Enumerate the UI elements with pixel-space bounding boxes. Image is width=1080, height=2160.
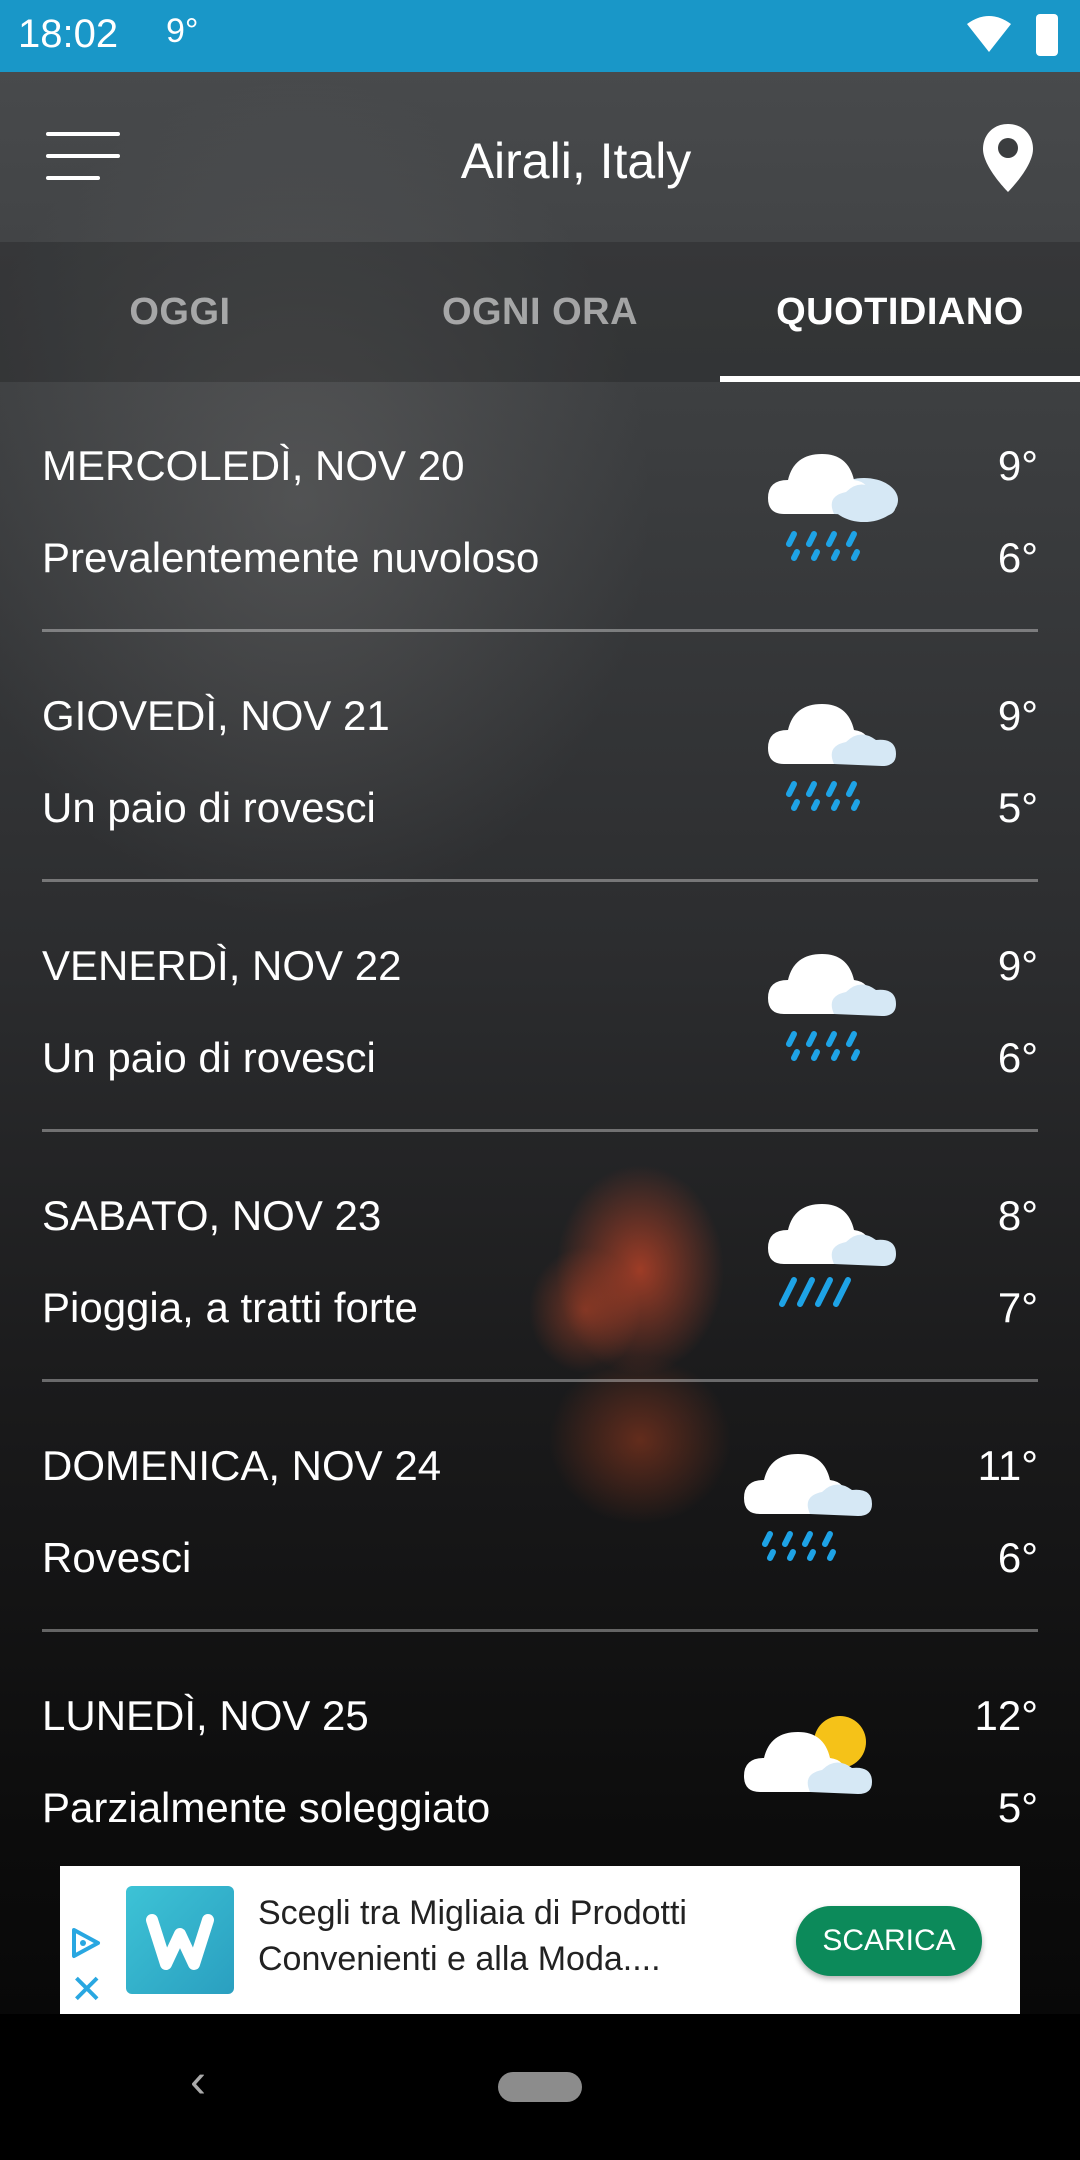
status-bar: 18:02 9° [0, 0, 1080, 72]
wifi-icon [966, 14, 1012, 59]
forecast-low: 6° [997, 1534, 1038, 1581]
ad-close-icon[interactable]: ✕ [70, 1970, 104, 2010]
ad-text: Scegli tra Migliaia di Prodotti Convenie… [258, 1894, 687, 1978]
forecast-low: 6° [997, 534, 1038, 581]
forecast-date: MERCOLEDÌ, NOV 20 [42, 442, 465, 489]
forecast-description: Parzialmente soleggiato [42, 1784, 491, 1831]
back-icon[interactable]: ‹ [190, 2054, 206, 2109]
forecast-date: LUNEDÌ, NOV 25 [42, 1692, 369, 1739]
tab-ogni-ora[interactable]: OGNI ORA [360, 242, 720, 382]
forecast-row[interactable]: SABATO, NOV 23 Pioggia, a tratti forte 8… [0, 1132, 1080, 1382]
rain-cloud-icon [764, 942, 914, 1072]
rain-cloud-icon [764, 692, 914, 822]
forecast-high: 9° [997, 942, 1038, 989]
forecast-date: VENERDÌ, NOV 22 [42, 942, 402, 989]
rain-cloud-icon [740, 1442, 890, 1572]
forecast-date: GIOVEDÌ, NOV 21 [42, 692, 390, 739]
forecast-low: 6° [997, 1034, 1038, 1081]
forecast-row[interactable]: LUNEDÌ, NOV 25 Parzialmente soleggiato 1… [0, 1632, 1080, 1882]
forecast-low: 5° [997, 1784, 1038, 1831]
forecast-description: Un paio di rovesci [42, 784, 376, 831]
forecast-description: Prevalentemente nuvoloso [42, 534, 540, 581]
tab-bar: OGGI OGNI ORA QUOTIDIANO [0, 242, 1080, 382]
location-title: Airali, Italy [460, 133, 692, 189]
forecast-row[interactable]: GIOVEDÌ, NOV 21 Un paio di rovesci 9° 5° [0, 632, 1080, 882]
heavy-rain-cloud-icon [764, 1192, 914, 1322]
status-time: 18:02 [18, 12, 119, 56]
partly-sunny-icon [740, 1702, 890, 1832]
forecast-high: 9° [997, 692, 1038, 739]
ad-download-button[interactable]: SCARICA [796, 1906, 982, 1976]
app-bar: Airali, Italy [0, 72, 1080, 242]
forecast-high: 11° [977, 1442, 1038, 1489]
forecast-row[interactable]: MERCOLEDÌ, NOV 20 Prevalentemente nuvolo… [0, 382, 1080, 632]
tab-quotidiano[interactable]: QUOTIDIANO [720, 242, 1080, 382]
ad-app-logo [126, 1886, 234, 1994]
forecast-description: Pioggia, a tratti forte [42, 1284, 418, 1331]
forecast-row[interactable]: DOMENICA, NOV 24 Rovesci 11° 6° [0, 1382, 1080, 1632]
rain-cloud-icon [764, 442, 914, 572]
home-pill-icon[interactable] [498, 2072, 582, 2102]
forecast-date: SABATO, NOV 23 [42, 1192, 382, 1239]
location-title-wrap: Airali, Italy [0, 132, 1080, 190]
forecast-date: DOMENICA, NOV 24 [42, 1442, 442, 1489]
forecast-high: 9° [997, 442, 1038, 489]
forecast-description: Un paio di rovesci [42, 1034, 376, 1081]
forecast-row[interactable]: VENERDÌ, NOV 22 Un paio di rovesci 9° 6° [0, 882, 1080, 1132]
tab-oggi[interactable]: OGGI [0, 242, 360, 382]
forecast-high: 12° [974, 1692, 1038, 1739]
forecast-low: 7° [997, 1284, 1038, 1331]
system-nav-bar: ‹ [0, 2014, 1080, 2160]
forecast-high: 8° [997, 1192, 1038, 1239]
ad-banner[interactable]: ✕ Scegli tra Migliaia di Prodotti Conven… [60, 1866, 1020, 2014]
forecast-description: Rovesci [42, 1534, 192, 1581]
status-temperature: 9° [166, 12, 199, 50]
adchoices-icon[interactable] [68, 1926, 102, 1960]
map-pin-icon[interactable] [980, 122, 1036, 194]
battery-icon [1036, 14, 1058, 56]
forecast-low: 5° [997, 784, 1038, 831]
